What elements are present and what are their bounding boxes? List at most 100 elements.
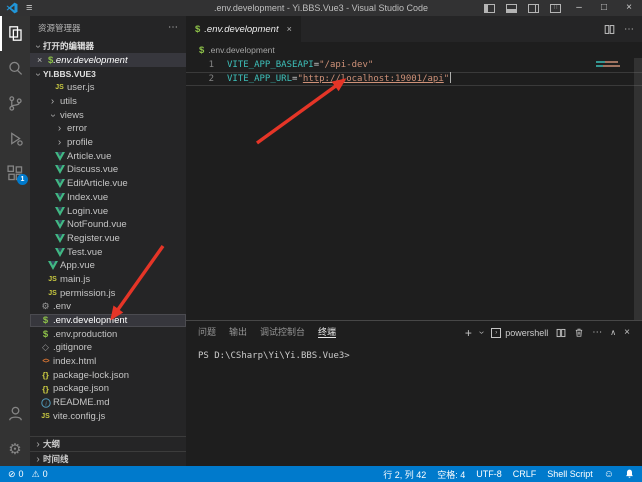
tab-env-development[interactable]: $ .env.development × — [186, 16, 301, 42]
maximize-panel-icon[interactable]: ∧ — [610, 328, 616, 337]
minimize-button[interactable]: – — [572, 0, 586, 16]
kill-terminal-icon[interactable] — [574, 327, 584, 338]
terminal-dropdown-icon[interactable]: › — [476, 331, 487, 334]
files-icon — [7, 25, 24, 42]
breadcrumb-item[interactable]: .env.development — [208, 45, 274, 55]
tree-item-views[interactable]: ›views — [30, 108, 186, 122]
breadcrumb[interactable]: $ .env.development — [186, 42, 642, 58]
tree-item-index.html[interactable]: <>index.html — [30, 355, 186, 369]
status-warning-triangle[interactable]: ⚠0 — [32, 469, 48, 480]
status-item[interactable]: 行 2, 列 42 — [383, 468, 426, 481]
tree-item-main.js[interactable]: JSmain.js — [30, 273, 186, 287]
toggle-sidebar-icon[interactable] — [484, 4, 495, 13]
tree-item-label: .env.development — [53, 315, 127, 326]
split-editor-icon[interactable] — [604, 24, 615, 35]
tree-item-label: .env.production — [53, 329, 117, 340]
tree-item-package-lock.json[interactable]: {}package-lock.json — [30, 368, 186, 382]
panel-more-actions-icon[interactable]: ⋯ — [592, 327, 602, 338]
close-panel-icon[interactable]: × — [624, 327, 630, 338]
tree-item-utils[interactable]: ›utils — [30, 95, 186, 109]
chevron-right-icon: › — [55, 123, 65, 134]
activity-explorer[interactable] — [0, 16, 30, 51]
tree-item-.env[interactable]: ⚙ .env — [30, 300, 186, 314]
tree-item-Article.vue[interactable]: Article.vue — [30, 149, 186, 163]
open-editors-section-header[interactable]: › 打开的编辑器 — [30, 39, 186, 53]
sidebar-more-actions-icon[interactable]: ⋯ — [168, 22, 178, 33]
panel-tab-问题[interactable]: 问题 — [198, 327, 216, 337]
customize-layout-icon[interactable]: ∷ — [550, 4, 561, 13]
file-tree: JSuser.js›utils›views›error›profileArtic… — [30, 81, 186, 436]
tree-item-Test.vue[interactable]: Test.vue — [30, 245, 186, 259]
tree-item-Discuss.vue[interactable]: Discuss.vue — [30, 163, 186, 177]
bottom-panel: 问题 输出 调试控制台 终端 + › › powershell — [186, 320, 642, 466]
toggle-panel-icon[interactable] — [506, 4, 517, 13]
tree-item-label: .env — [53, 301, 71, 312]
gear-icon: ⚙ — [41, 301, 49, 312]
activity-extensions[interactable]: 1 — [0, 156, 30, 191]
tree-item-vite.config.js[interactable]: JSvite.config.js — [30, 410, 186, 424]
activity-source-control[interactable] — [0, 86, 30, 121]
open-editor-item-.env.development[interactable]: ×$.env.development — [30, 53, 186, 67]
code-line-1[interactable]: 1VITE_APP_BASEAPI="/api-dev" — [186, 58, 642, 72]
status-item[interactable]: CRLF — [513, 468, 537, 481]
new-terminal-icon[interactable]: + — [465, 326, 472, 340]
outline-section-header[interactable]: › 大纲 — [30, 436, 186, 451]
tree-item-.env.development[interactable]: $.env.development — [30, 314, 186, 328]
notifications-bell-icon[interactable] — [625, 469, 634, 479]
editor-scrollbar[interactable] — [634, 58, 642, 320]
panel-tab-输出[interactable]: 输出 — [229, 327, 247, 337]
tree-item-README.md[interactable]: iREADME.md — [30, 396, 186, 410]
activity-account[interactable] — [0, 396, 30, 431]
tree-item-App.vue[interactable]: App.vue — [30, 259, 186, 273]
timeline-section-header[interactable]: › 时间线 — [30, 451, 186, 466]
menu-icon[interactable]: ≡ — [26, 0, 32, 16]
status-item[interactable]: 空格: 4 — [437, 468, 465, 481]
code-line-2[interactable]: 2VITE_APP_URL="http://localhost:19001/ap… — [186, 72, 642, 86]
token-link: http://localhost:19001/api — [303, 74, 444, 84]
tree-item-permission.js[interactable]: JSpermission.js — [30, 286, 186, 300]
close-button[interactable]: × — [622, 0, 636, 16]
json-icon: {} — [42, 384, 49, 394]
svg-text:i: i — [45, 400, 47, 407]
panel-tab-调试控制台[interactable]: 调试控制台 — [260, 327, 305, 337]
status-item[interactable]: Shell Script — [547, 468, 593, 481]
tree-item-label: package-lock.json — [53, 370, 129, 381]
feedback-icon[interactable]: ☺ — [604, 469, 614, 480]
chevron-right-icon: › — [48, 96, 58, 107]
toggle-secondary-sidebar-icon[interactable] — [528, 4, 539, 13]
tree-item-label: package.json — [53, 383, 109, 394]
close-icon[interactable]: × — [37, 55, 48, 65]
minimap[interactable] — [596, 61, 630, 69]
terminal-instance-powershell[interactable]: › powershell — [491, 328, 548, 338]
code-editor[interactable]: 1VITE_APP_BASEAPI="/api-dev"2VITE_APP_UR… — [186, 58, 642, 320]
tree-item-error[interactable]: ›error — [30, 122, 186, 136]
panel-tab-终端[interactable]: 终端 — [318, 327, 336, 338]
tree-item-user.js[interactable]: JSuser.js — [30, 81, 186, 95]
minimap-line — [596, 61, 630, 63]
tree-item-package.json[interactable]: {} package.json — [30, 382, 186, 396]
activity-search[interactable] — [0, 51, 30, 86]
tree-item-.gitignore[interactable]: ◇.gitignore — [30, 341, 186, 355]
activity-bar: 1 ⚙ — [0, 16, 30, 466]
status-error-circle[interactable]: ⊘0 — [8, 469, 24, 480]
run-debug-icon — [7, 130, 24, 147]
tree-item-Index.vue[interactable]: Index.vue — [30, 191, 186, 205]
split-terminal-icon[interactable] — [556, 328, 566, 338]
sidebar-header: 资源管理器 ⋯ — [30, 16, 186, 39]
tree-item-.env.production[interactable]: $.env.production — [30, 327, 186, 341]
project-section-header[interactable]: › YI.BBS.VUE3 — [30, 67, 186, 81]
tree-item-Login.vue[interactable]: Login.vue — [30, 204, 186, 218]
activity-run-debug[interactable] — [0, 121, 30, 156]
tree-item-Register.vue[interactable]: Register.vue — [30, 232, 186, 246]
editor-more-actions-icon[interactable]: ⋯ — [624, 24, 634, 35]
tree-item-label: Article.vue — [67, 151, 111, 162]
tree-item-label: Login.vue — [67, 206, 108, 217]
maximize-button[interactable]: □ — [597, 0, 611, 16]
status-item[interactable]: UTF-8 — [476, 468, 502, 481]
terminal-output[interactable]: PS D:\CSharp\Yi\Yi.BBS.Vue3> — [186, 344, 642, 361]
tab-close-icon[interactable]: × — [287, 24, 292, 34]
activity-settings[interactable]: ⚙ — [0, 431, 30, 466]
tree-item-profile[interactable]: ›profile — [30, 136, 186, 150]
tree-item-NotFound.vue[interactable]: NotFound.vue — [30, 218, 186, 232]
tree-item-EditArticle.vue[interactable]: EditArticle.vue — [30, 177, 186, 191]
